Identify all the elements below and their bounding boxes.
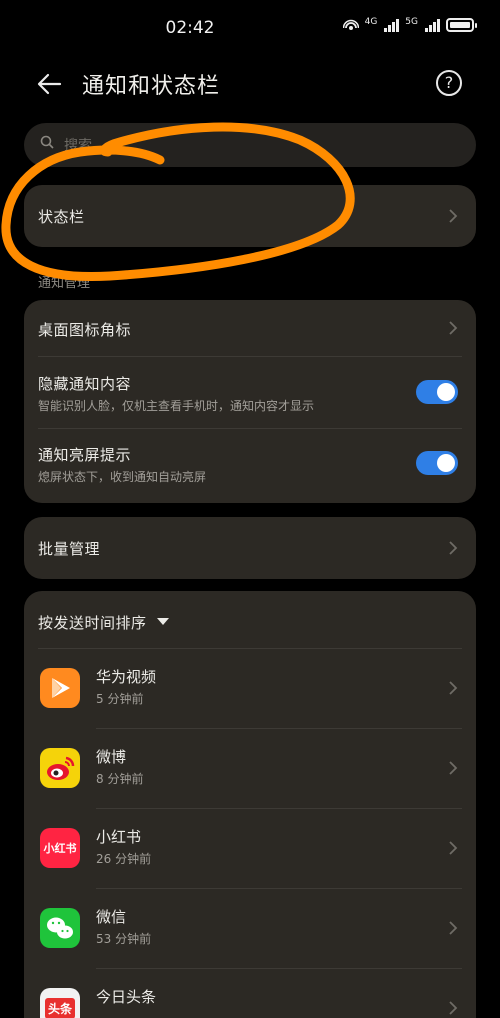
app-item-huawei-video[interactable]: 华为视频 5 分钟前 [24, 648, 476, 728]
status-bar: 02:42 4G 5G [0, 0, 500, 60]
huawei-video-icon [40, 668, 80, 708]
badge-settings-item[interactable]: 桌面图标角标 [24, 300, 476, 356]
app-name: 微信 [96, 908, 127, 926]
battery-icon [446, 18, 477, 32]
search-placeholder: 搜索 [64, 138, 92, 154]
wake-screen-toggle[interactable] [416, 451, 458, 475]
section-label: 通知管理 [38, 276, 91, 291]
screen: 02:42 4G 5G 通知和状态栏 ? 搜索 状态栏 通知管理 桌面图标角标 … [0, 0, 500, 1018]
chevron-right-icon [449, 921, 458, 935]
app-name: 华为视频 [96, 668, 157, 686]
search-input[interactable]: 搜索 [24, 123, 476, 167]
hide-content-description: 智能识别人脸，仅机主查看手机时，通知内容才显示 [38, 399, 315, 413]
wake-screen-label: 通知亮屏提示 [38, 446, 132, 464]
status-bar-settings-label: 状态栏 [38, 208, 85, 226]
status-bar-settings-item[interactable]: 状态栏 [24, 185, 476, 247]
status-time: 02:42 [165, 18, 215, 38]
xiaohongshu-icon-text: 小红书 [43, 842, 77, 855]
hotspot-icon [342, 19, 359, 30]
app-time: 8 分钟前 [96, 772, 144, 786]
app-time: 5 分钟前 [96, 692, 144, 706]
sort-label: 按发送时间排序 [38, 612, 169, 633]
toutiao-icon-text: 头条 [44, 997, 75, 1018]
signal-1-icon [384, 18, 400, 32]
batch-management-label: 批量管理 [38, 540, 101, 558]
sort-label-text: 按发送时间排序 [38, 614, 147, 632]
toggle-knob [437, 454, 455, 472]
toggle-knob [437, 383, 455, 401]
hide-content-item: 隐藏通知内容 智能识别人脸，仅机主查看手机时，通知内容才显示 [24, 357, 476, 427]
wechat-icon [40, 908, 80, 948]
app-item-wechat[interactable]: 微信 53 分钟前 [24, 888, 476, 968]
chevron-right-icon [449, 681, 458, 695]
hide-content-label: 隐藏通知内容 [38, 375, 132, 393]
signal-1-label: 4G [364, 17, 378, 27]
chevron-right-icon [449, 321, 458, 335]
hide-content-toggle[interactable] [416, 380, 458, 404]
app-item-toutiao[interactable]: 头条 今日头条 [24, 968, 476, 1018]
page-title: 通知和状态栏 [82, 74, 221, 99]
chevron-right-icon [449, 841, 458, 855]
app-name: 微博 [96, 748, 127, 766]
weibo-icon [40, 748, 80, 788]
status-icons: 4G 5G [342, 17, 477, 32]
header: 通知和状态栏 ? [0, 60, 500, 108]
chevron-right-icon [449, 209, 458, 223]
signal-2-label: 5G [405, 17, 418, 27]
chevron-right-icon [449, 541, 458, 555]
chevron-right-icon [449, 761, 458, 775]
toutiao-icon: 头条 [40, 988, 80, 1018]
app-item-weibo[interactable]: 微博 8 分钟前 [24, 728, 476, 808]
batch-management-item[interactable]: 批量管理 [24, 517, 476, 579]
chevron-right-icon [449, 1001, 458, 1015]
help-icon[interactable]: ? [436, 70, 462, 96]
back-arrow-icon[interactable] [34, 70, 66, 98]
app-item-xiaohongshu[interactable]: 小红书 小红书 26 分钟前 [24, 808, 476, 888]
xiaohongshu-icon: 小红书 [40, 828, 80, 868]
app-name: 今日头条 [96, 988, 157, 1006]
badge-settings-label: 桌面图标角标 [38, 321, 132, 339]
signal-2-icon [425, 18, 440, 32]
sort-dropdown[interactable]: 按发送时间排序 [24, 591, 476, 649]
app-time: 53 分钟前 [96, 932, 152, 946]
notification-settings-card: 桌面图标角标 隐藏通知内容 智能识别人脸，仅机主查看手机时，通知内容才显示 通知… [24, 300, 476, 503]
wake-screen-item: 通知亮屏提示 熄屏状态下，收到通知自动亮屏 [24, 429, 476, 501]
wake-screen-description: 熄屏状态下，收到通知自动亮屏 [38, 470, 207, 484]
search-icon [40, 135, 54, 149]
app-time: 26 分钟前 [96, 852, 152, 866]
caret-down-icon [156, 618, 169, 625]
battery-level [450, 22, 470, 28]
app-list-card: 按发送时间排序 华为视频 5 分钟前 微博 8 分钟前 小红书 小红书 26 分… [24, 591, 476, 1018]
app-name: 小红书 [96, 828, 142, 846]
